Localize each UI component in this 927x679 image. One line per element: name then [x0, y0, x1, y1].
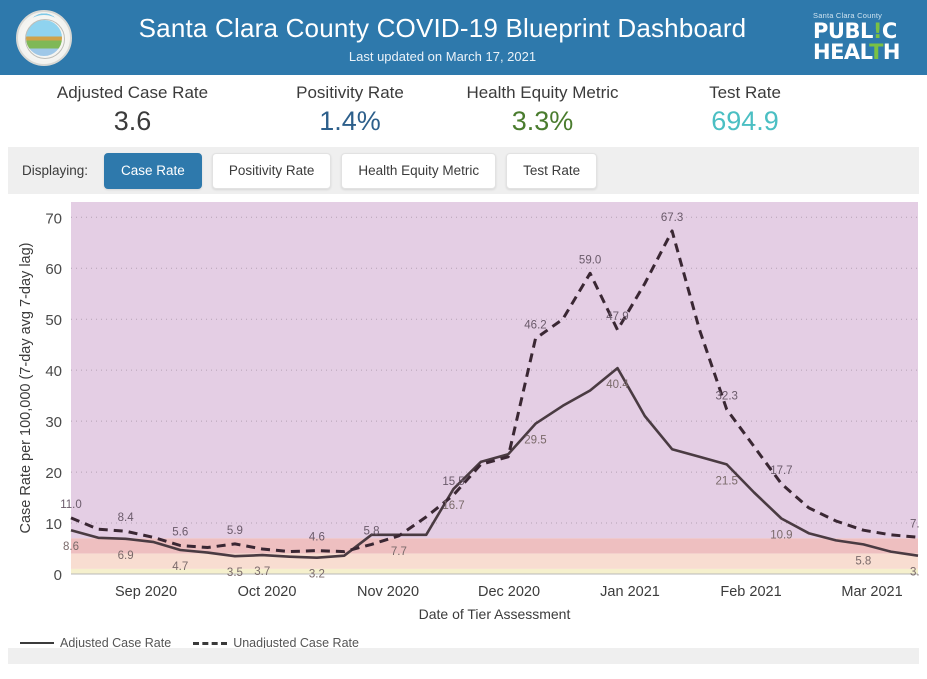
metric-label: Test Rate [709, 83, 781, 102]
data-point-label: 59.0 [579, 254, 601, 266]
metric-adjusted-case-rate: Adjusted Case Rate 3.6 [0, 83, 265, 137]
data-point-label: 5.9 [227, 525, 243, 537]
y-axis-tick-label: 60 [45, 261, 62, 278]
logo-line-1: PUBL!C [813, 21, 913, 42]
metric-value: 1.4% [319, 106, 381, 136]
page-header: Santa Clara County COVID-19 Blueprint Da… [0, 0, 927, 75]
y-axis-tick-label: 40 [45, 363, 62, 380]
tab-positivity-rate[interactable]: Positivity Rate [211, 152, 332, 189]
public-health-logo: Santa Clara County PUBL!C HEALTH [813, 12, 913, 64]
metric-health-equity-metric: Health Equity Metric 3.3% [435, 83, 650, 137]
data-point-label: 5.8 [855, 555, 871, 567]
data-point-label: 5.6 [172, 526, 188, 538]
data-point-label: 40.4 [606, 379, 629, 391]
data-point-label: 21.5 [716, 475, 738, 487]
y-axis-tick-label: 10 [45, 516, 62, 533]
data-point-label: 4.7 [172, 561, 188, 573]
last-updated-text: Last updated on March 17, 2021 [348, 48, 537, 64]
metric-label: Positivity Rate [296, 83, 404, 102]
metric-value: 3.3% [511, 106, 574, 136]
data-point-label: 29.5 [524, 435, 546, 447]
displaying-tabbar: Displaying: Case Rate Positivity Rate He… [8, 147, 919, 194]
tier-band-orange [71, 553, 918, 569]
data-point-label: 3.6 [910, 567, 919, 579]
metric-value: 3.6 [113, 106, 152, 136]
logo-line-2: HEALTH [813, 42, 913, 63]
metric-value: 694.9 [711, 106, 779, 136]
logo-heal: HEAL [813, 40, 870, 65]
data-point-label: 7.2 [910, 518, 919, 530]
x-axis-tick-label: Sep 2020 [115, 584, 177, 600]
tier-band-purple [71, 202, 918, 539]
data-point-label: 7.7 [391, 546, 407, 558]
header-titles: Santa Clara County COVID-19 Blueprint Da… [72, 12, 813, 64]
y-axis-tick-label: 0 [54, 567, 62, 584]
data-point-label: 10.9 [770, 529, 792, 541]
legend-solid-line-icon [20, 642, 54, 644]
data-point-label: 17.7 [770, 465, 792, 477]
metric-label: Adjusted Case Rate [56, 83, 209, 102]
data-point-label: 8.6 [63, 541, 79, 553]
data-point-label: 4.6 [309, 532, 325, 544]
county-seal-icon [16, 9, 72, 66]
y-axis-tick-label: 50 [45, 312, 62, 329]
metric-label: Health Equity Metric [466, 83, 619, 102]
metric-positivity-rate: Positivity Rate 1.4% [265, 83, 435, 137]
y-axis-tick-label: 70 [45, 210, 62, 227]
x-axis-tick-label: Nov 2020 [357, 584, 419, 600]
case-rate-chart: 0 10 20 30 40 50 60 70 Sep 2020 Oct 2020 Nov 2020 D… [8, 194, 919, 664]
footer-strip [8, 648, 919, 664]
data-point-label: 15.5 [442, 476, 464, 488]
logo-eyebrow: Santa Clara County [813, 10, 883, 20]
data-point-label: 67.3 [661, 212, 683, 224]
data-point-label: 3.5 [227, 567, 243, 579]
data-point-label: 32.3 [716, 390, 738, 402]
seal-ring [21, 14, 67, 61]
y-axis-title: Case Rate per 100,000 (7-day avg 7-day l… [18, 243, 34, 534]
y-axis-tick-label: 20 [45, 465, 62, 482]
data-point-label: 46.2 [524, 320, 546, 332]
x-axis-tick-label: Jan 2021 [600, 584, 660, 600]
data-point-label: 6.9 [118, 550, 134, 562]
logo-h: H [882, 40, 901, 65]
x-axis-tick-label: Feb 2021 [720, 584, 781, 600]
tier-band-yellow [71, 568, 918, 574]
data-point-label: 11.0 [60, 499, 82, 511]
data-point-label: 8.4 [118, 512, 135, 524]
x-axis-tick-label: Mar 2021 [841, 584, 902, 600]
x-axis-tick-label: Dec 2020 [478, 584, 540, 600]
metric-test-rate: Test Rate 694.9 [650, 83, 840, 137]
displaying-label: Displaying: [22, 163, 89, 178]
x-axis-tick-label: Oct 2020 [238, 584, 297, 600]
dashboard-root: Santa Clara County COVID-19 Blueprint Da… [0, 0, 927, 679]
x-axis-title: Date of Tier Assessment [419, 606, 571, 622]
data-point-label: 47.9 [606, 311, 628, 323]
tab-health-equity-metric[interactable]: Health Equity Metric [341, 152, 497, 189]
chart-canvas: 010203040506070Sep 2020 Oct 2020 Nov 2020 D… [18, 202, 919, 622]
data-point-label: 3.2 [309, 569, 325, 581]
tab-test-rate[interactable]: Test Rate [506, 152, 598, 189]
logo-t: T [869, 40, 883, 65]
tab-case-rate[interactable]: Case Rate [104, 152, 202, 189]
legend-dashed-line-icon [193, 641, 228, 645]
data-point-label: 16.7 [442, 500, 464, 512]
metrics-row: Adjusted Case Rate 3.6 Positivity Rate 1… [0, 75, 927, 141]
data-point-label: 3.7 [254, 566, 270, 578]
data-point-label: 5.8 [364, 525, 380, 537]
y-axis-tick-label: 30 [45, 414, 62, 431]
page-title: Santa Clara County COVID-19 Blueprint Da… [138, 12, 747, 43]
